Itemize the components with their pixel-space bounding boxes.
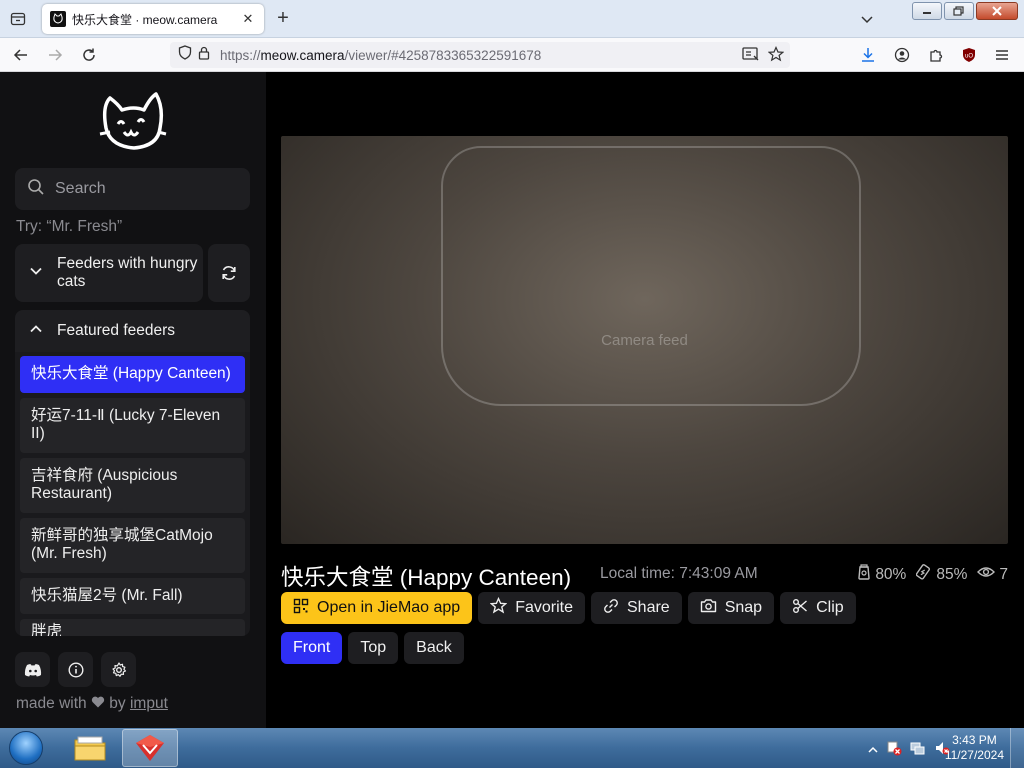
system-tray <box>868 740 950 761</box>
food-level-stat: 80% <box>857 564 906 585</box>
window-controls <box>912 2 1018 20</box>
browser-taskbar-button[interactable] <box>122 729 178 767</box>
download-icon[interactable] <box>857 44 879 66</box>
new-tab-button[interactable]: + <box>272 8 294 30</box>
chevron-up-icon <box>29 322 43 341</box>
scissors-icon <box>792 598 808 619</box>
lock-icon[interactable] <box>198 46 210 65</box>
feeder-item-lucky-7-eleven[interactable]: 好运7-11-Ⅱ (Lucky 7-Eleven II) <box>20 397 245 453</box>
open-in-app-button[interactable]: Open in JieMao app <box>281 592 473 624</box>
chevron-down-icon <box>29 264 43 283</box>
cat-favicon-icon <box>50 11 66 27</box>
qr-code-icon <box>293 598 309 619</box>
camera-icon <box>700 598 717 618</box>
feeder-title: 快乐大食堂 (Happy Canteen) <box>281 565 572 590</box>
network-icon[interactable] <box>910 740 926 761</box>
browser-nav-bar: https://meow.camera/viewer/#425878336532… <box>0 38 1024 72</box>
tray-expand-icon[interactable] <box>868 742 878 760</box>
feeder-item-happy-canteen[interactable]: 快乐大食堂 (Happy Canteen) <box>20 356 245 393</box>
link-icon <box>603 598 619 619</box>
show-desktop-button[interactable] <box>1010 728 1024 768</box>
tab-title: 快乐大食堂 · meow.camera <box>72 12 218 27</box>
feeder-list[interactable]: 快乐大食堂 (Happy Canteen) 好运7-11-Ⅱ (Lucky 7-… <box>15 352 250 636</box>
folder-icon <box>74 736 106 761</box>
reader-icon[interactable] <box>742 46 760 67</box>
featured-feeders-label: Featured feeders <box>57 322 176 339</box>
clip-button[interactable]: Clip <box>780 592 856 624</box>
clock-date: 11/27/2024 <box>944 748 1004 762</box>
close-window-button[interactable] <box>976 2 1018 20</box>
file-explorer-taskbar-button[interactable] <box>62 729 118 767</box>
tab-front-view[interactable]: Front <box>281 632 343 664</box>
back-icon[interactable] <box>10 44 32 66</box>
heart-icon <box>91 695 105 712</box>
refresh-button[interactable] <box>208 244 250 302</box>
discord-icon[interactable] <box>15 652 50 687</box>
url-text[interactable]: https://meow.camera/viewer/#425878336532… <box>220 48 541 63</box>
feeder-info-row: 快乐大食堂 (Happy Canteen) Local time: 7:43:0… <box>281 558 1008 590</box>
snap-button[interactable]: Snap <box>687 592 775 624</box>
feeder-item-partial[interactable]: 胖虎 <box>20 619 245 636</box>
address-bar[interactable]: https://meow.camera/viewer/#425878336532… <box>170 42 790 68</box>
tab-top-view[interactable]: Top <box>348 632 399 664</box>
minimize-button[interactable] <box>912 2 942 20</box>
camera-video-feed[interactable]: Camera feed <box>281 136 1008 544</box>
restore-button[interactable] <box>944 2 974 20</box>
browser-app-icon <box>136 735 164 761</box>
author-link[interactable]: imput <box>130 695 168 712</box>
refresh-icon <box>222 266 236 280</box>
feeder-stats: 80% 85% 7 <box>857 564 1008 585</box>
bookmark-star-icon[interactable] <box>767 46 785 67</box>
food-bag-icon <box>857 564 871 585</box>
extensions-icon[interactable] <box>925 44 947 66</box>
svg-text:uO: uO <box>965 54 973 60</box>
menu-icon[interactable] <box>991 44 1013 66</box>
forward-icon[interactable] <box>44 44 66 66</box>
browser-tab-bar: 快乐大食堂 · meow.camera ✕ + <box>0 0 1024 38</box>
feeder-item-mr-fall[interactable]: 快乐猫屋2号 (Mr. Fall) <box>20 577 245 614</box>
ublock-icon[interactable]: uO <box>958 44 980 66</box>
search-icon <box>27 178 45 201</box>
hungry-feeders-toggle[interactable]: Feeders with hungry cats <box>15 244 203 302</box>
shield-icon[interactable] <box>178 45 192 65</box>
search-input[interactable] <box>55 180 235 198</box>
tab-list-icon[interactable] <box>7 8 29 30</box>
made-with-credit: made with by imput <box>16 695 168 712</box>
gear-icon[interactable] <box>101 652 136 687</box>
video-placeholder-label: Camera feed <box>601 331 688 349</box>
search-hint: Try: “Mr. Fresh” <box>16 218 123 235</box>
share-button[interactable]: Share <box>591 592 682 624</box>
account-icon[interactable] <box>891 44 913 66</box>
star-icon <box>489 596 508 619</box>
favorite-button[interactable]: Favorite <box>478 592 585 624</box>
sidebar: Try: “Mr. Fresh” Feeders with hungry cat… <box>0 72 266 728</box>
browser-tab-active[interactable]: 快乐大食堂 · meow.camera ✕ <box>42 4 264 34</box>
sidebar-footer-icons <box>15 652 136 687</box>
start-button[interactable] <box>4 728 48 768</box>
page-content: Try: “Mr. Fresh” Feeders with hungry cat… <box>0 72 1024 728</box>
reload-icon[interactable] <box>78 44 100 66</box>
tab-back-view[interactable]: Back <box>404 632 464 664</box>
tab-close-button[interactable]: ✕ <box>240 11 256 27</box>
info-icon[interactable] <box>58 652 93 687</box>
cat-logo-icon[interactable] <box>98 88 168 154</box>
feeder-item-auspicious-restaurant[interactable]: 吉祥食府 (Auspicious Restaurant) <box>20 457 245 513</box>
feeder-item-mr-fresh[interactable]: 新鲜哥的独享城堡CatMojo (Mr. Fresh) <box>20 517 245 573</box>
windows-logo-icon <box>9 731 43 765</box>
clock-time: 3:43 PM <box>952 733 997 747</box>
taskbar-clock[interactable]: 3:43 PM 11/27/2024 <box>945 733 1004 763</box>
action-buttons: Open in JieMao app Favorite Share Snap C… <box>281 592 856 624</box>
local-time: Local time: 7:43:09 AM <box>600 565 758 582</box>
camera-view-tabs: Front Top Back <box>281 632 464 664</box>
featured-feeders-toggle[interactable]: Featured feeders <box>15 310 250 352</box>
eye-icon <box>977 565 996 584</box>
windows-taskbar: 3:43 PM 11/27/2024 <box>0 728 1024 768</box>
battery-icon <box>916 564 932 585</box>
battery-stat: 85% <box>916 564 967 585</box>
search-box[interactable] <box>15 168 250 210</box>
chevron-down-icon[interactable] <box>858 10 876 28</box>
action-center-warning-icon[interactable] <box>886 740 902 761</box>
hungry-feeders-label: Feeders with hungry cats <box>57 255 198 290</box>
viewers-stat: 7 <box>977 565 1008 584</box>
